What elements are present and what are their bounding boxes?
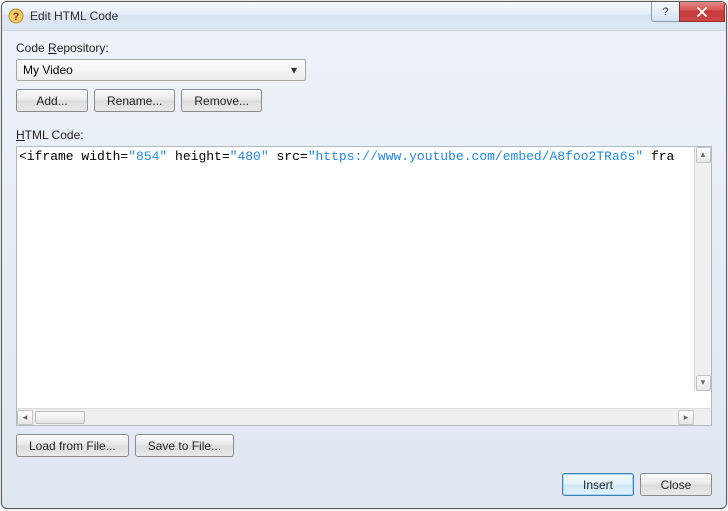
scrollbar-corner — [694, 409, 711, 426]
scroll-left-icon[interactable]: ◂ — [17, 410, 33, 425]
html-code-box: <iframe width="854" height="480" src="ht… — [16, 146, 712, 426]
scroll-down-icon[interactable]: ▾ — [696, 375, 711, 391]
save-to-file-button[interactable]: Save to File... — [135, 434, 234, 457]
horizontal-scrollbar[interactable]: ◂ ▸ — [17, 408, 711, 425]
app-icon: ? — [8, 8, 24, 24]
close-button[interactable]: Close — [640, 473, 712, 496]
add-button[interactable]: Add... — [16, 89, 88, 112]
window-controls: ? — [651, 2, 726, 22]
scroll-thumb[interactable] — [35, 411, 85, 424]
code-repository-combo[interactable]: My Video ▾ — [16, 59, 306, 81]
chevron-down-icon: ▾ — [287, 63, 301, 77]
scroll-up-icon[interactable]: ▴ — [696, 147, 711, 163]
insert-button[interactable]: Insert — [562, 473, 634, 496]
titlebar: ? Edit HTML Code ? — [2, 2, 726, 31]
remove-button[interactable]: Remove... — [181, 89, 262, 112]
load-from-file-button[interactable]: Load from File... — [16, 434, 129, 457]
help-glyph: ? — [662, 6, 668, 18]
html-code-textarea[interactable]: <iframe width="854" height="480" src="ht… — [17, 147, 711, 408]
file-buttons: Load from File... Save to File... — [16, 434, 712, 457]
repo-buttons: Add... Rename... Remove... — [16, 89, 712, 112]
close-window-button[interactable] — [679, 2, 725, 22]
scroll-right-icon[interactable]: ▸ — [678, 410, 694, 425]
close-icon — [696, 7, 708, 17]
combo-value: My Video — [23, 63, 73, 77]
dialog-footer: Insert Close — [16, 473, 712, 496]
svg-text:?: ? — [13, 11, 20, 23]
dialog-content: Code Repository: My Video ▾ Add... Renam… — [2, 31, 726, 508]
rename-button[interactable]: Rename... — [94, 89, 175, 112]
window-title: Edit HTML Code — [30, 9, 118, 23]
dialog-window: ? Edit HTML Code ? Code Repository: My V… — [1, 1, 727, 509]
code-repository-label: Code Repository: — [16, 41, 712, 55]
html-code-label: HTML Code: — [16, 128, 712, 142]
vertical-scrollbar[interactable]: ▴ ▾ — [694, 147, 711, 391]
help-button[interactable]: ? — [651, 2, 679, 22]
